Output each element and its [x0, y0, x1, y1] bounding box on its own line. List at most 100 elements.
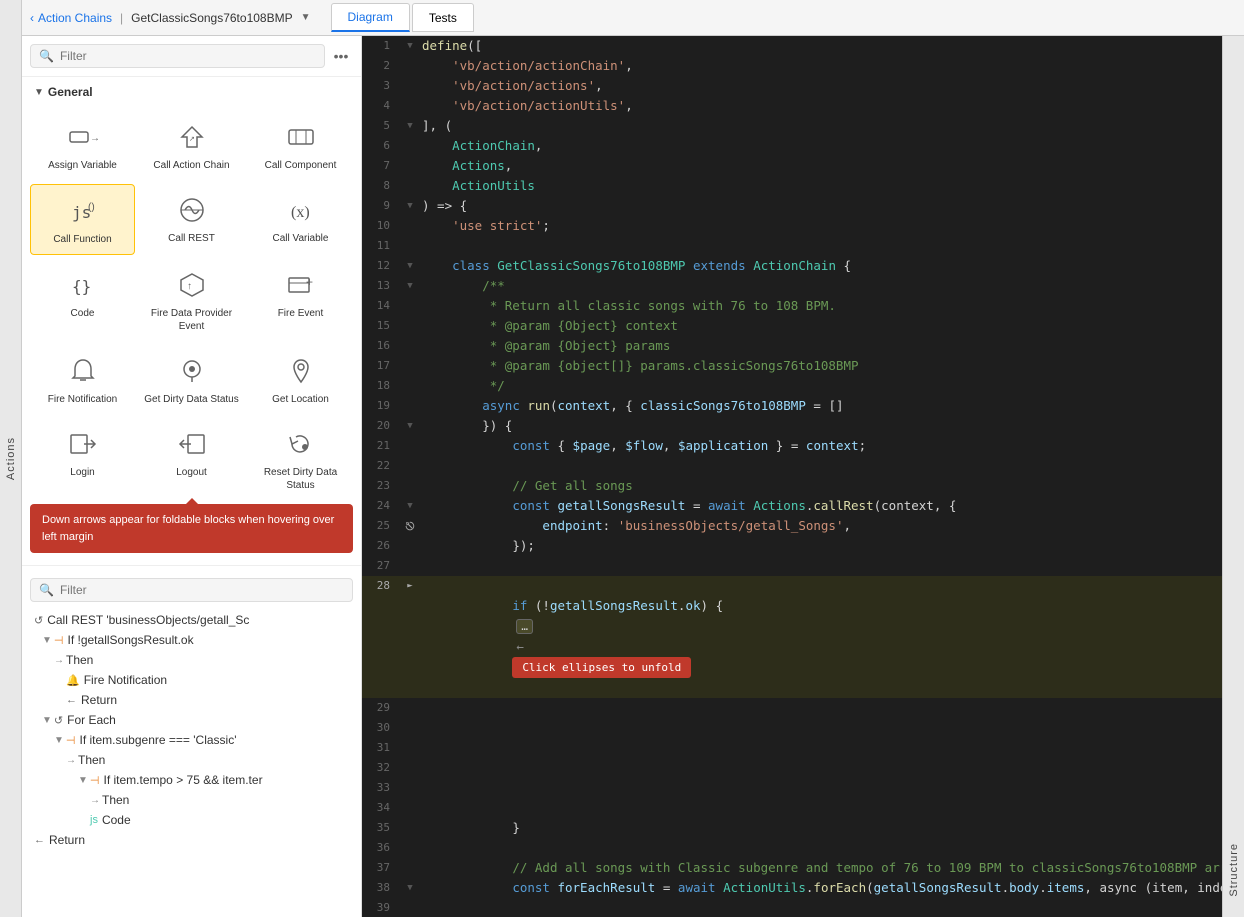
tree-then-2[interactable]: → Then: [30, 750, 353, 770]
tree-then-3[interactable]: → Then: [30, 790, 353, 810]
dropdown-arrow-icon[interactable]: ▼: [301, 12, 311, 23]
line-content-18: */: [418, 376, 1222, 396]
fold-38[interactable]: ▼: [402, 878, 418, 898]
logout-item[interactable]: Logout: [139, 418, 244, 500]
get-dirty-data-icon: [174, 353, 210, 389]
call-function-item[interactable]: js() Call Function: [30, 184, 135, 255]
fold-24[interactable]: ▼: [402, 496, 418, 516]
fold-1[interactable]: ▼: [402, 36, 418, 56]
code-line-9: 9 ▼ ) => {: [362, 196, 1222, 216]
structure-side-tab[interactable]: Structure: [1222, 36, 1244, 917]
assign-variable-item[interactable]: → Assign Variable: [30, 111, 135, 180]
line-num-18: 18: [362, 376, 402, 396]
flow-panel: 🔍 ↺ Call REST 'businessObjects/getall_Sc…: [22, 570, 361, 917]
fold-12[interactable]: ▼: [402, 256, 418, 276]
line-num-39: 39: [362, 898, 402, 917]
code-line-13: 13 ▼ /**: [362, 276, 1222, 296]
tree-if-3[interactable]: ▼ ⊣ If item.tempo > 75 && item.ter: [30, 770, 353, 790]
code-line-17: 17 * @param {object[]} params.classicSon…: [362, 356, 1222, 376]
call-component-item[interactable]: Call Component: [248, 111, 353, 180]
fold-20[interactable]: ▼: [402, 416, 418, 436]
tree-fire-notification-label: Fire Notification: [84, 673, 167, 687]
tree-code[interactable]: js Code: [30, 810, 353, 830]
ellipsis-badge[interactable]: …: [516, 619, 533, 634]
line-content-32: [418, 758, 1222, 778]
fire-event-label: Fire Event: [278, 307, 324, 320]
login-item[interactable]: Login: [30, 418, 135, 500]
get-location-item[interactable]: Get Location: [248, 345, 353, 414]
more-button[interactable]: •••: [329, 44, 353, 68]
filter-input[interactable]: [60, 49, 316, 63]
call-rest-label: Call REST: [168, 232, 215, 245]
foreach-icon: ↺: [54, 714, 63, 727]
actions-side-tab[interactable]: Actions: [0, 0, 22, 917]
fire-event-item[interactable]: + Fire Event: [248, 259, 353, 341]
code-line-10: 10 'use strict';: [362, 216, 1222, 236]
code-label: Code: [71, 307, 95, 320]
line-content-2: 'vb/action/actionChain',: [418, 56, 1222, 76]
line-num-19: 19: [362, 396, 402, 416]
tree-then-1[interactable]: → Then: [30, 650, 353, 670]
fold-9[interactable]: ▼: [402, 196, 418, 216]
if-icon: ⊣: [54, 634, 64, 647]
reset-dirty-label: Reset Dirty Data Status: [252, 466, 349, 492]
if-2-arrow: ▼: [54, 735, 64, 746]
if-3-icon: ⊣: [90, 774, 100, 787]
line-content-38: const forEachResult = await ActionUtils.…: [418, 878, 1222, 898]
tab-diagram[interactable]: Diagram: [331, 3, 410, 32]
rest-icon: ↺: [34, 614, 43, 627]
code-line-23: 23 // Get all songs: [362, 476, 1222, 496]
general-section-header: ▼ General: [22, 77, 361, 107]
breadcrumb-back[interactable]: ‹ Action Chains: [30, 11, 112, 25]
tree-fire-notification[interactable]: 🔔 Fire Notification: [30, 670, 353, 690]
reset-dirty-item[interactable]: Reset Dirty Data Status: [248, 418, 353, 500]
section-collapse-icon[interactable]: ▼: [34, 87, 44, 98]
line-content-5: ], (: [418, 116, 1222, 136]
code-item[interactable]: {} Code: [30, 259, 135, 341]
line-content-8: ActionUtils: [418, 176, 1222, 196]
flow-search-box: 🔍: [30, 578, 353, 602]
line-num-38: 38: [362, 878, 402, 898]
tree-foreach[interactable]: ▼ ↺ For Each: [30, 710, 353, 730]
tab-tests[interactable]: Tests: [412, 3, 474, 32]
code-line-21: 21 const { $page, $flow, $application } …: [362, 436, 1222, 456]
line-num-27: 27: [362, 556, 402, 576]
code-line-14: 14 * Return all classic songs with 76 to…: [362, 296, 1222, 316]
fold-5[interactable]: ▼: [402, 116, 418, 136]
code-editor[interactable]: 1 ▼ define([ 2 'vb/action/actionChain', …: [362, 36, 1222, 917]
call-action-chain-item[interactable]: ↗ Call Action Chain: [139, 111, 244, 180]
tree-return-1[interactable]: ← Return: [30, 690, 353, 710]
svg-text:↑: ↑: [187, 281, 192, 292]
flow-filter-input[interactable]: [60, 583, 344, 597]
line-num-20: 20: [362, 416, 402, 436]
flow-search-icon: 🔍: [39, 583, 54, 597]
line-content-21: const { $page, $flow, $application } = c…: [418, 436, 1222, 456]
fire-notification-item[interactable]: Fire Notification: [30, 345, 135, 414]
fire-data-provider-item[interactable]: ↑ Fire Data Provider Event: [139, 259, 244, 341]
call-function-icon: js(): [65, 193, 101, 229]
panel-divider: [22, 565, 361, 566]
breadcrumb-parent[interactable]: Action Chains: [38, 11, 112, 25]
tree-call-rest[interactable]: ↺ Call REST 'businessObjects/getall_Sc: [30, 610, 353, 630]
tree-then-2-label: Then: [78, 753, 105, 767]
line-num-15: 15: [362, 316, 402, 336]
tree-if-1[interactable]: ▼ ⊣ If !getallSongsResult.ok: [30, 630, 353, 650]
login-icon: [65, 426, 101, 462]
tree-if-2[interactable]: ▼ ⊣ If item.subgenre === 'Classic': [30, 730, 353, 750]
call-component-icon: [283, 119, 319, 155]
get-dirty-data-item[interactable]: Get Dirty Data Status: [139, 345, 244, 414]
code-line-2: 2 'vb/action/actionChain',: [362, 56, 1222, 76]
fold-13[interactable]: ▼: [402, 276, 418, 296]
line-content-27: [418, 556, 1222, 576]
code-line-27: 27: [362, 556, 1222, 576]
call-variable-item[interactable]: (x) Call Variable: [248, 184, 353, 255]
line-num-5: 5: [362, 116, 402, 136]
login-label: Login: [70, 466, 94, 479]
call-variable-icon: (x): [283, 192, 319, 228]
tree-return-2[interactable]: ← Return: [30, 830, 353, 850]
if-arrow-icon: ▼: [42, 635, 52, 646]
fold-28[interactable]: ►: [402, 576, 418, 596]
panel-search-area: 🔍 •••: [22, 36, 361, 77]
call-rest-item[interactable]: Call REST: [139, 184, 244, 255]
get-location-icon: [283, 353, 319, 389]
